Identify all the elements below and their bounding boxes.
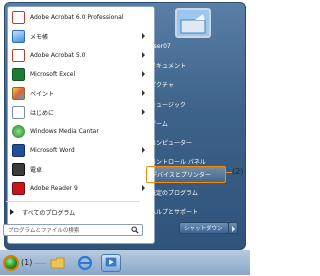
word-icon: [12, 143, 25, 157]
acrobat-icon: [12, 10, 25, 24]
notepad-icon: [12, 29, 25, 43]
program-label: Windows Media Cantar: [30, 127, 99, 135]
right-menu-label: デバイスとプリンター: [151, 172, 211, 179]
right-menu-label: ゲーム: [150, 121, 168, 128]
program-item[interactable]: ペイント: [9, 84, 149, 102]
right-menu-label: ピクチャ: [150, 82, 174, 89]
shutdown-options-button[interactable]: [228, 222, 238, 234]
callout-2: (2): [232, 167, 244, 176]
right-menu-item[interactable]: user07: [146, 38, 226, 55]
callout-1: (1): [21, 258, 33, 267]
callout-1-line: [34, 263, 46, 264]
adobe-reader-icon: [12, 181, 25, 195]
program-label: はじめに: [30, 109, 55, 117]
explorer-taskbar-icon[interactable]: [48, 254, 68, 272]
right-menu-label: コントロール パネル: [150, 159, 206, 166]
paint-icon: [12, 86, 25, 100]
right-menu-item[interactable]: デバイスとプリンター: [146, 166, 226, 183]
submenu-arrow-icon: [142, 147, 145, 153]
right-menu-item[interactable]: 既定のプログラム: [146, 184, 226, 201]
program-item[interactable]: 電卓: [9, 160, 149, 178]
right-menu-item[interactable]: ドキュメント: [146, 57, 226, 74]
program-label: Adobe Acrobat 6.0 Professional: [30, 13, 124, 21]
program-item[interactable]: Microsoft Word: [9, 141, 149, 159]
program-item[interactable]: Adobe Reader 9: [9, 179, 149, 197]
program-item[interactable]: Microsoft Excel: [9, 65, 149, 83]
media-center-icon: [12, 124, 25, 138]
user-picture[interactable]: [175, 8, 211, 38]
folder-icon: [50, 257, 65, 269]
right-menu-label: user07: [150, 43, 171, 50]
start-button[interactable]: [3, 255, 19, 271]
arrow-right-icon: [10, 209, 14, 215]
program-item[interactable]: Adobe Acrobat 6.0 Professional: [9, 8, 149, 26]
program-label: Microsoft Word: [30, 146, 75, 154]
program-item[interactable]: メモ帳: [9, 27, 149, 45]
program-label: メモ帳: [30, 33, 49, 41]
program-label: Microsoft Excel: [30, 70, 76, 78]
right-menu-label: コンピューター: [150, 140, 193, 147]
search-input[interactable]: プログラムとファイルの検索: [3, 224, 143, 236]
media-taskbar-icon[interactable]: [101, 254, 121, 272]
program-item[interactable]: Adobe Acrobat 5.0: [9, 46, 149, 64]
submenu-arrow-icon: [142, 90, 145, 96]
program-label: 電卓: [30, 166, 43, 174]
right-menu-label: ミュージック: [150, 102, 186, 109]
program-label: Adobe Reader 9: [30, 184, 78, 192]
excel-icon: [12, 67, 25, 81]
right-menu-item[interactable]: ピクチャ: [146, 76, 226, 93]
submenu-arrow-icon: [142, 52, 145, 58]
program-item[interactable]: Windows Media Cantar: [9, 122, 149, 140]
right-menu-item[interactable]: ミュージック: [146, 96, 226, 113]
right-menu-label: ヘルプとサポート: [150, 209, 199, 216]
internet-explorer-icon: [77, 255, 93, 271]
callout-2-line: [226, 172, 232, 173]
divider: [6, 201, 140, 202]
submenu-arrow-icon: [142, 71, 145, 77]
acrobat-icon: [12, 48, 25, 62]
search-placeholder: プログラムとファイルの検索: [8, 228, 80, 234]
right-menu-label: ドキュメント: [150, 63, 187, 70]
right-menu-item[interactable]: ヘルプとサポート: [146, 203, 226, 220]
search-icon: [131, 226, 139, 234]
submenu-arrow-icon: [142, 109, 145, 115]
calculator-icon: [12, 162, 25, 176]
program-label: Adobe Acrobat 5.0: [30, 51, 86, 59]
submenu-arrow-icon: [142, 33, 145, 39]
submenu-arrow-icon: [142, 185, 145, 191]
right-menu-item[interactable]: コンピューター: [146, 134, 226, 151]
shutdown-button[interactable]: シャットダウン: [179, 222, 229, 234]
getting-started-icon: [12, 105, 25, 119]
user-picture-icon: [177, 10, 209, 36]
program-label: ペイント: [30, 90, 55, 98]
media-player-icon: [105, 257, 117, 267]
program-item[interactable]: はじめに: [9, 103, 149, 121]
all-programs-label: すべてのプログラム: [22, 209, 76, 217]
browser-taskbar-icon[interactable]: [75, 254, 95, 272]
right-menu-item[interactable]: ゲーム: [146, 115, 226, 132]
right-menu-label: 既定のプログラム: [150, 190, 198, 197]
shutdown-label: シャットダウン: [184, 226, 223, 232]
all-programs-button[interactable]: すべてのプログラム: [3, 205, 143, 219]
